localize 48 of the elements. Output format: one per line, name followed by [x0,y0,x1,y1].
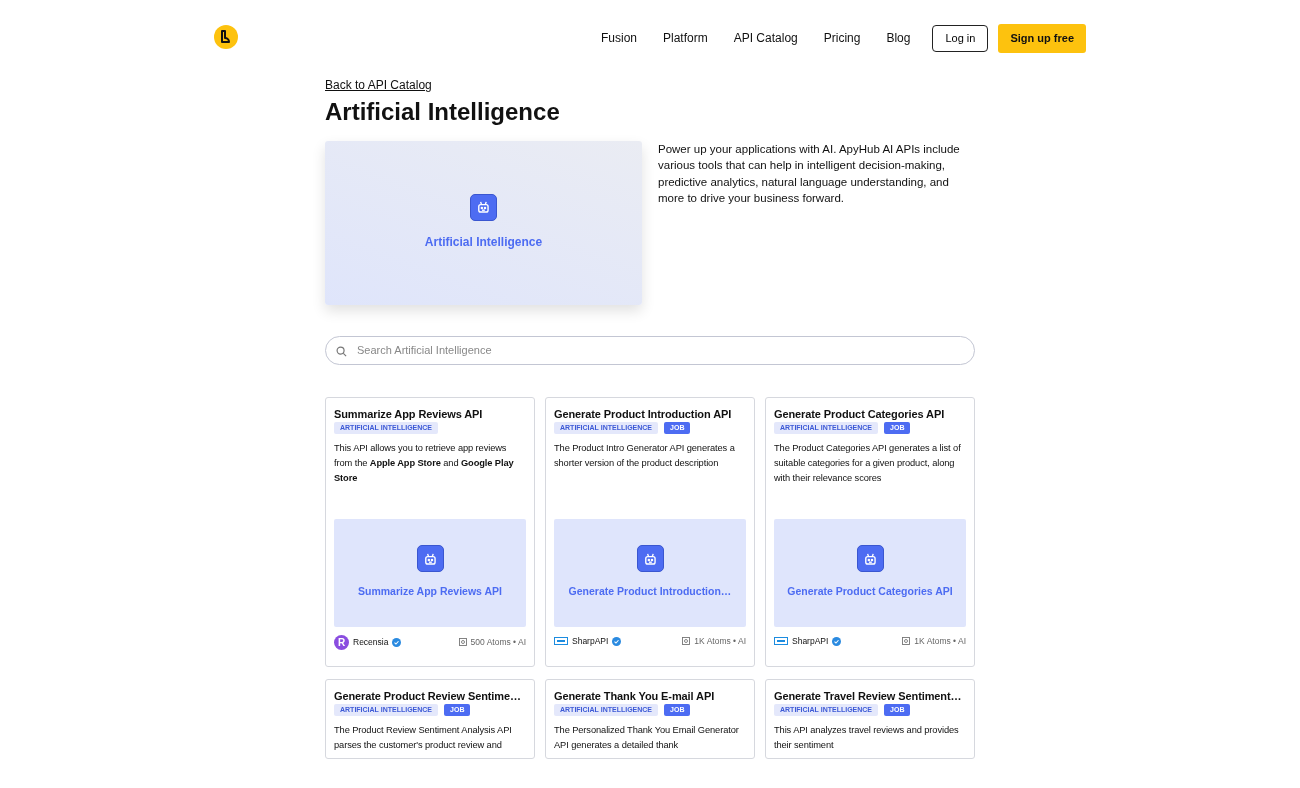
nav-link[interactable]: API Catalog [733,29,798,48]
card-description: This API allows you to retrieve app reviews from the Apple App Store and Google Play Store [334,441,515,485]
robot-icon [470,194,497,222]
nav-link[interactable]: Fusion [600,29,637,48]
card-description: The Product Review Sentiment Analysis API parses the customer's product review and [334,723,513,752]
back-link[interactable]: Back to API Catalog [325,78,432,92]
provider-name[interactable]: SharpAPI [792,634,829,648]
login-button[interactable]: Log in [932,25,989,52]
card-title: Generate Product Categories API [774,406,946,422]
provider-logo [774,637,788,646]
card-title: Generate Travel Review Sentiment… [774,688,963,704]
provider-name[interactable]: SharpAPI [572,634,609,648]
banner-title: Generate Product Introduction… [568,584,732,600]
provider-logo [554,637,568,646]
card-title: Generate Product Review Sentime… [334,688,522,704]
logo-icon[interactable] [214,24,238,49]
card-description: This API analyzes travel reviews and provides their sentiment [774,723,960,752]
card-title: Summarize App Reviews API [334,406,484,422]
nav-link[interactable]: Pricing [823,29,861,48]
usage-text: 1K Atoms • AI [914,634,966,648]
robot-icon [636,545,664,573]
verified-icon [392,637,402,647]
card-description: The Personalized Thank You Email Generator API generates a detailed thank [554,723,740,752]
atoms-icon [902,637,911,646]
verified-icon [612,636,622,646]
atoms-icon [682,637,691,646]
banner-title: Generate Product Categories API [787,584,953,600]
card-description: The Product Categories API generates a list of suitable categories for a given product, along with their relevance scores [774,441,962,485]
robot-icon [416,545,444,573]
nav-link[interactable]: Blog [886,29,911,48]
card-title: Generate Thank You E-mail API [554,688,716,704]
card-title: Generate Product Introduction API [554,406,733,422]
description-text: Power up your applications with AI. ApyHub AI APIs include various tools that can help in intelligent decision-making, predictive analytics, natural language understanding, and more to drive your business forward. [658,141,961,207]
robot-icon [856,545,884,573]
nav-link[interactable]: Platform [663,29,708,48]
api-card[interactable] [545,396,755,667]
provider-logo: R [334,634,349,650]
card-description: The Product Intro Generator API generates a shorter version of the product description [554,441,736,470]
provider-name[interactable]: Recensia [353,635,389,649]
banner-title: Artificial Intelligence [424,234,543,252]
banner-title: Summarize App Reviews API [358,584,502,600]
usage-text: 500 Atoms • AI [470,635,526,649]
atoms-icon [458,638,467,647]
api-card[interactable] [765,396,975,667]
verified-icon [832,636,842,646]
page-title: Artificial Intelligence [325,98,561,127]
usage-text: 1K Atoms • AI [694,634,746,648]
signup-button[interactable]: Sign up free [998,24,1086,53]
